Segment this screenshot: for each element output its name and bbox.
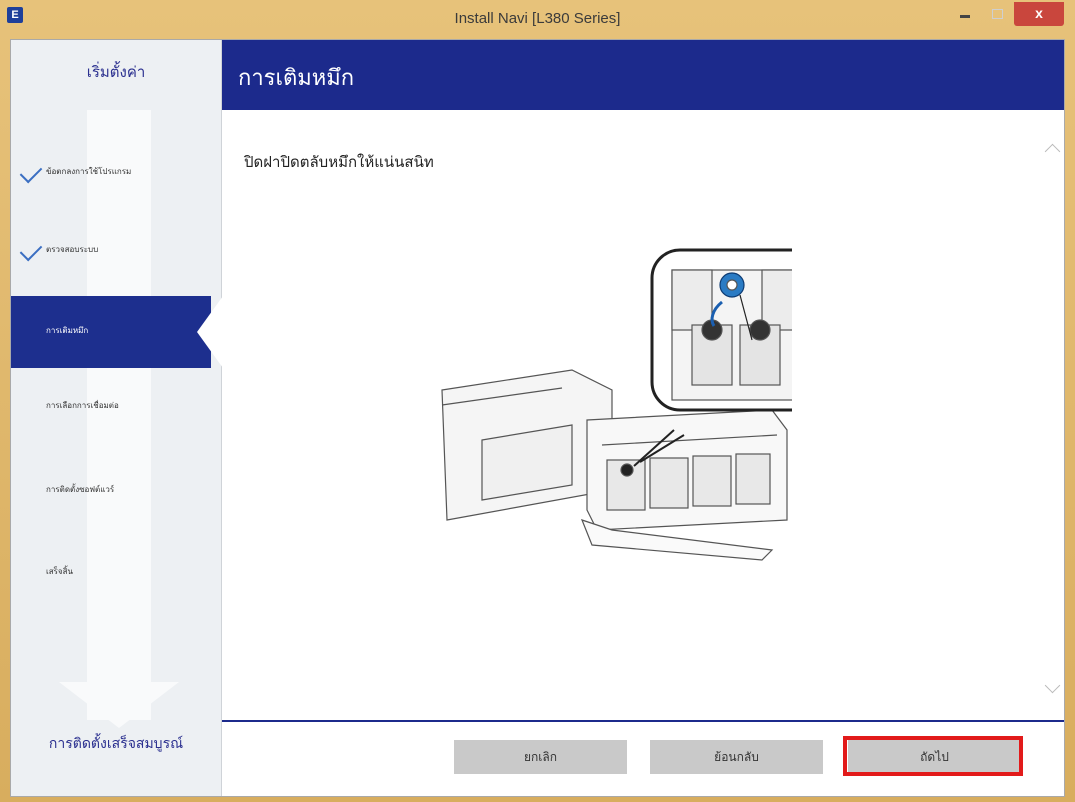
checkmark-icon [19, 238, 43, 262]
step-system-check: ตรวจสอบระบบ [11, 218, 222, 282]
content-panel: ปิดฝาปิดตลับหมึกให้แน่นสนิท [222, 110, 1064, 720]
sidebar-start-label: เริ่มตั้งค่า [86, 63, 146, 81]
step-label: การติดตั้งซอฟต์แวร์ [46, 485, 115, 494]
title-bar[interactable]: E Install Navi [L380 Series] x [0, 0, 1075, 38]
step-software: การติดตั้งซอฟต์แวร์ [11, 458, 222, 522]
instruction-text: ปิดฝาปิดตลับหมึกให้แน่นสนิท [244, 153, 434, 171]
close-button[interactable]: x [1014, 2, 1064, 26]
client-area: เริ่มตั้งค่า ข้อตกลงการใช้โปรแกรม ตรวจสอ… [10, 39, 1065, 797]
footer-buttons: ยกเลิก ย้อนกลับ ถัดไป [222, 722, 1064, 796]
step-label: การเลือกการเชื่อมต่อ [46, 401, 119, 410]
progress-arrow-head [59, 682, 179, 728]
step-label: ข้อตกลงการใช้โปรแกรม [46, 167, 132, 176]
scroll-down-icon[interactable] [1044, 677, 1061, 694]
step-label: การเติมหมึก [46, 326, 89, 335]
step-connection: การเลือกการเชื่อมต่อ [11, 374, 222, 438]
minimize-button[interactable] [950, 2, 980, 26]
step-license: ข้อตกลงการใช้โปรแกรม [11, 140, 222, 204]
cancel-button[interactable]: ยกเลิก [454, 740, 627, 774]
page-title: การเติมหมึก [238, 66, 355, 91]
step-finish: เสร็จสิ้น [11, 540, 222, 604]
setup-steps-sidebar: เริ่มตั้งค่า ข้อตกลงการใช้โปรแกรม ตรวจสอ… [11, 40, 223, 796]
maximize-button[interactable] [982, 2, 1012, 26]
back-button[interactable]: ย้อนกลับ [650, 740, 823, 774]
printer-ink-cap-illustration [441, 248, 792, 561]
sidebar-complete-label: การติดตั้งเสร็จสมบูรณ์ [48, 736, 184, 752]
next-button[interactable]: ถัดไป [848, 740, 1021, 774]
step-label: เสร็จสิ้น [46, 567, 73, 576]
close-icon: x [1035, 5, 1043, 21]
step-label: ตรวจสอบระบบ [46, 245, 99, 254]
window-title: Install Navi [L380 Series] [454, 10, 621, 27]
install-navi-window: E Install Navi [L380 Series] x เริ่มตั้ง… [0, 0, 1075, 802]
step-ink-filling-active: การเติมหมึก [11, 296, 211, 368]
page-header: การเติมหมึก [222, 40, 1064, 110]
scroll-up-icon[interactable] [1044, 143, 1061, 160]
active-step-pointer [197, 296, 223, 368]
checkmark-icon [19, 160, 43, 184]
